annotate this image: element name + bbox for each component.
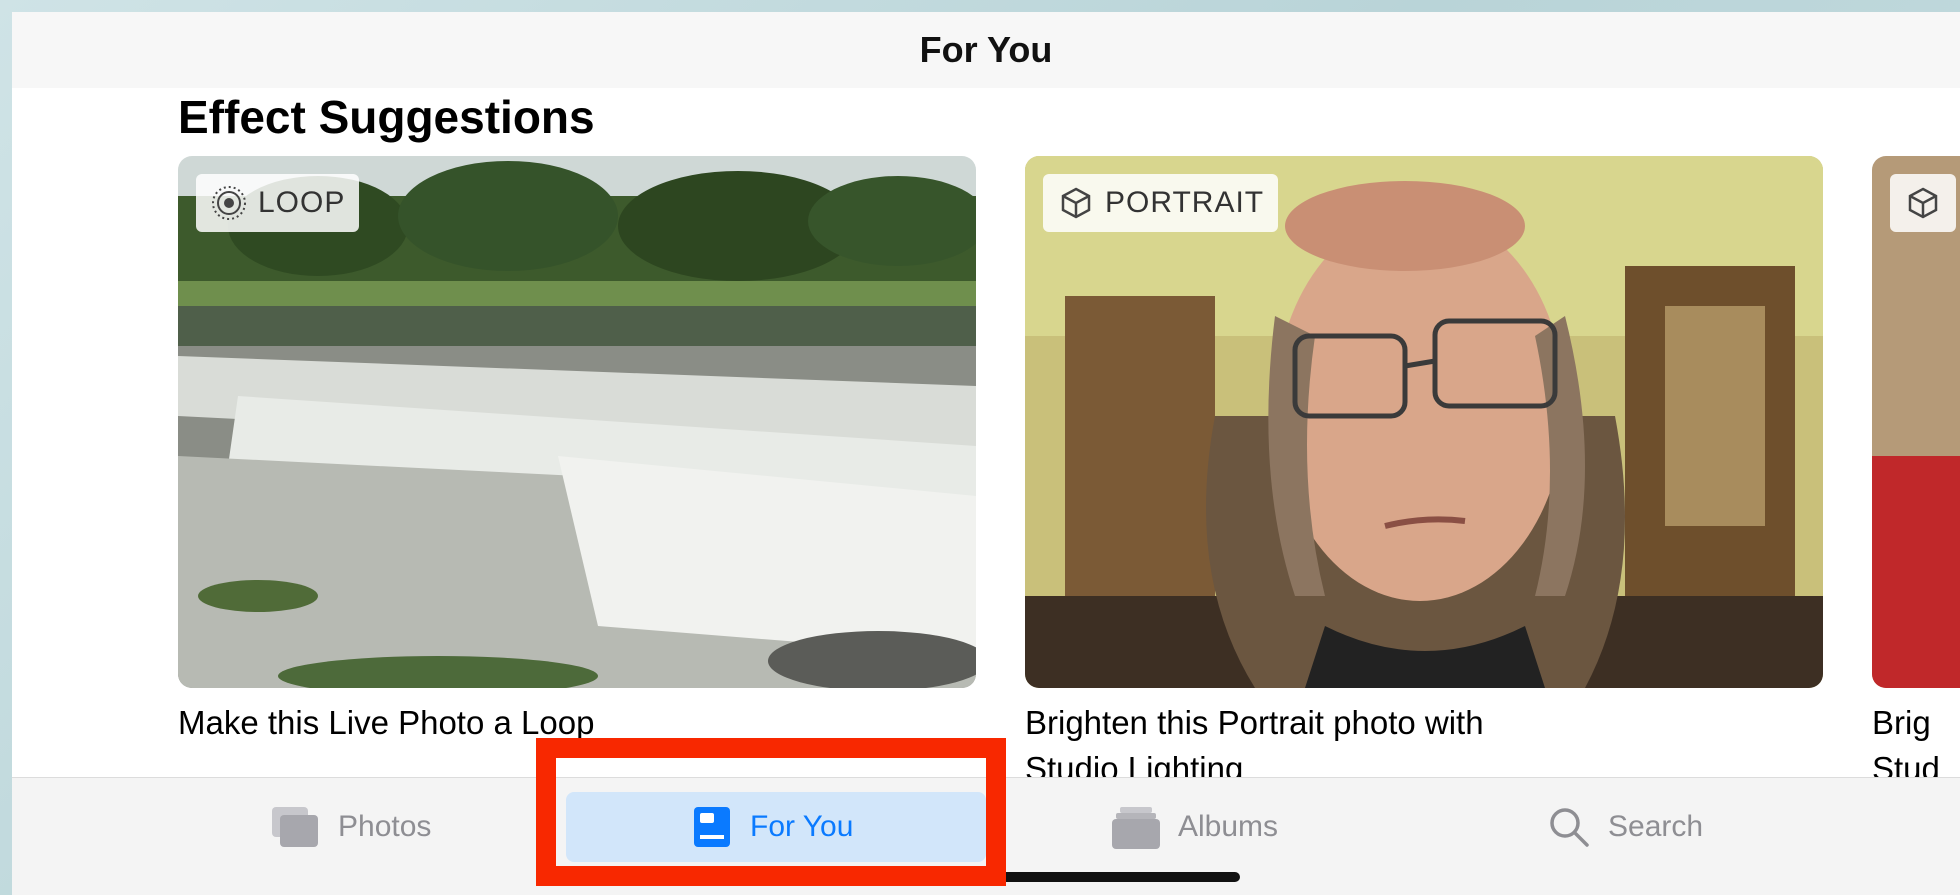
tab-albums[interactable]: Albums — [1112, 792, 1278, 862]
section-title: Effect Suggestions — [178, 91, 595, 143]
tab-label: Albums — [1178, 810, 1279, 843]
partial-badge — [1890, 174, 1956, 232]
live-photo-icon — [210, 184, 248, 222]
tab-label: Search — [1608, 810, 1704, 843]
photos-app-window: For You Effect Suggestions LOOP Make thi… — [12, 12, 1960, 895]
navigation-bar: For You — [12, 12, 1960, 88]
photos-stack-icon — [270, 805, 320, 849]
loop-badge: LOOP — [196, 174, 360, 232]
tab-search[interactable]: Search — [1548, 792, 1703, 862]
for-you-icon — [692, 805, 732, 849]
tab-photos[interactable]: Photos — [270, 792, 431, 862]
waterfall-photo[interactable]: LOOP — [178, 156, 976, 688]
tab-for-you[interactable]: For You — [566, 792, 986, 862]
tab-label: For You — [750, 810, 854, 843]
cube-icon — [1904, 184, 1942, 222]
albums-icon — [1112, 805, 1160, 849]
effect-card-portrait[interactable]: PORTRAIT Brighten this Portrait photo wi… — [1025, 156, 1823, 792]
effect-card-loop[interactable]: LOOP Make this Live Photo a Loop — [178, 156, 976, 746]
page-title: For You — [919, 29, 1053, 70]
tab-label: Photos — [338, 810, 432, 843]
partial-photo[interactable] — [1872, 156, 1960, 688]
cube-icon — [1057, 184, 1095, 222]
portrait-photo[interactable]: PORTRAIT — [1025, 156, 1823, 688]
portrait-badge: PORTRAIT — [1043, 174, 1279, 232]
card-caption: Make this Live Photo a Loop — [178, 704, 595, 741]
card-caption-line: Brig — [1872, 704, 1931, 741]
search-icon — [1548, 806, 1590, 848]
loop-badge-label: LOOP — [258, 186, 346, 219]
home-indicator[interactable] — [992, 872, 1240, 882]
card-caption-line: Brighten this Portrait photo with — [1025, 704, 1484, 741]
tab-bar: Photos For You Albums Search — [12, 777, 1960, 895]
portrait-badge-label: PORTRAIT — [1105, 186, 1265, 219]
effect-card-partial[interactable]: Brig Stud — [1872, 156, 1960, 792]
